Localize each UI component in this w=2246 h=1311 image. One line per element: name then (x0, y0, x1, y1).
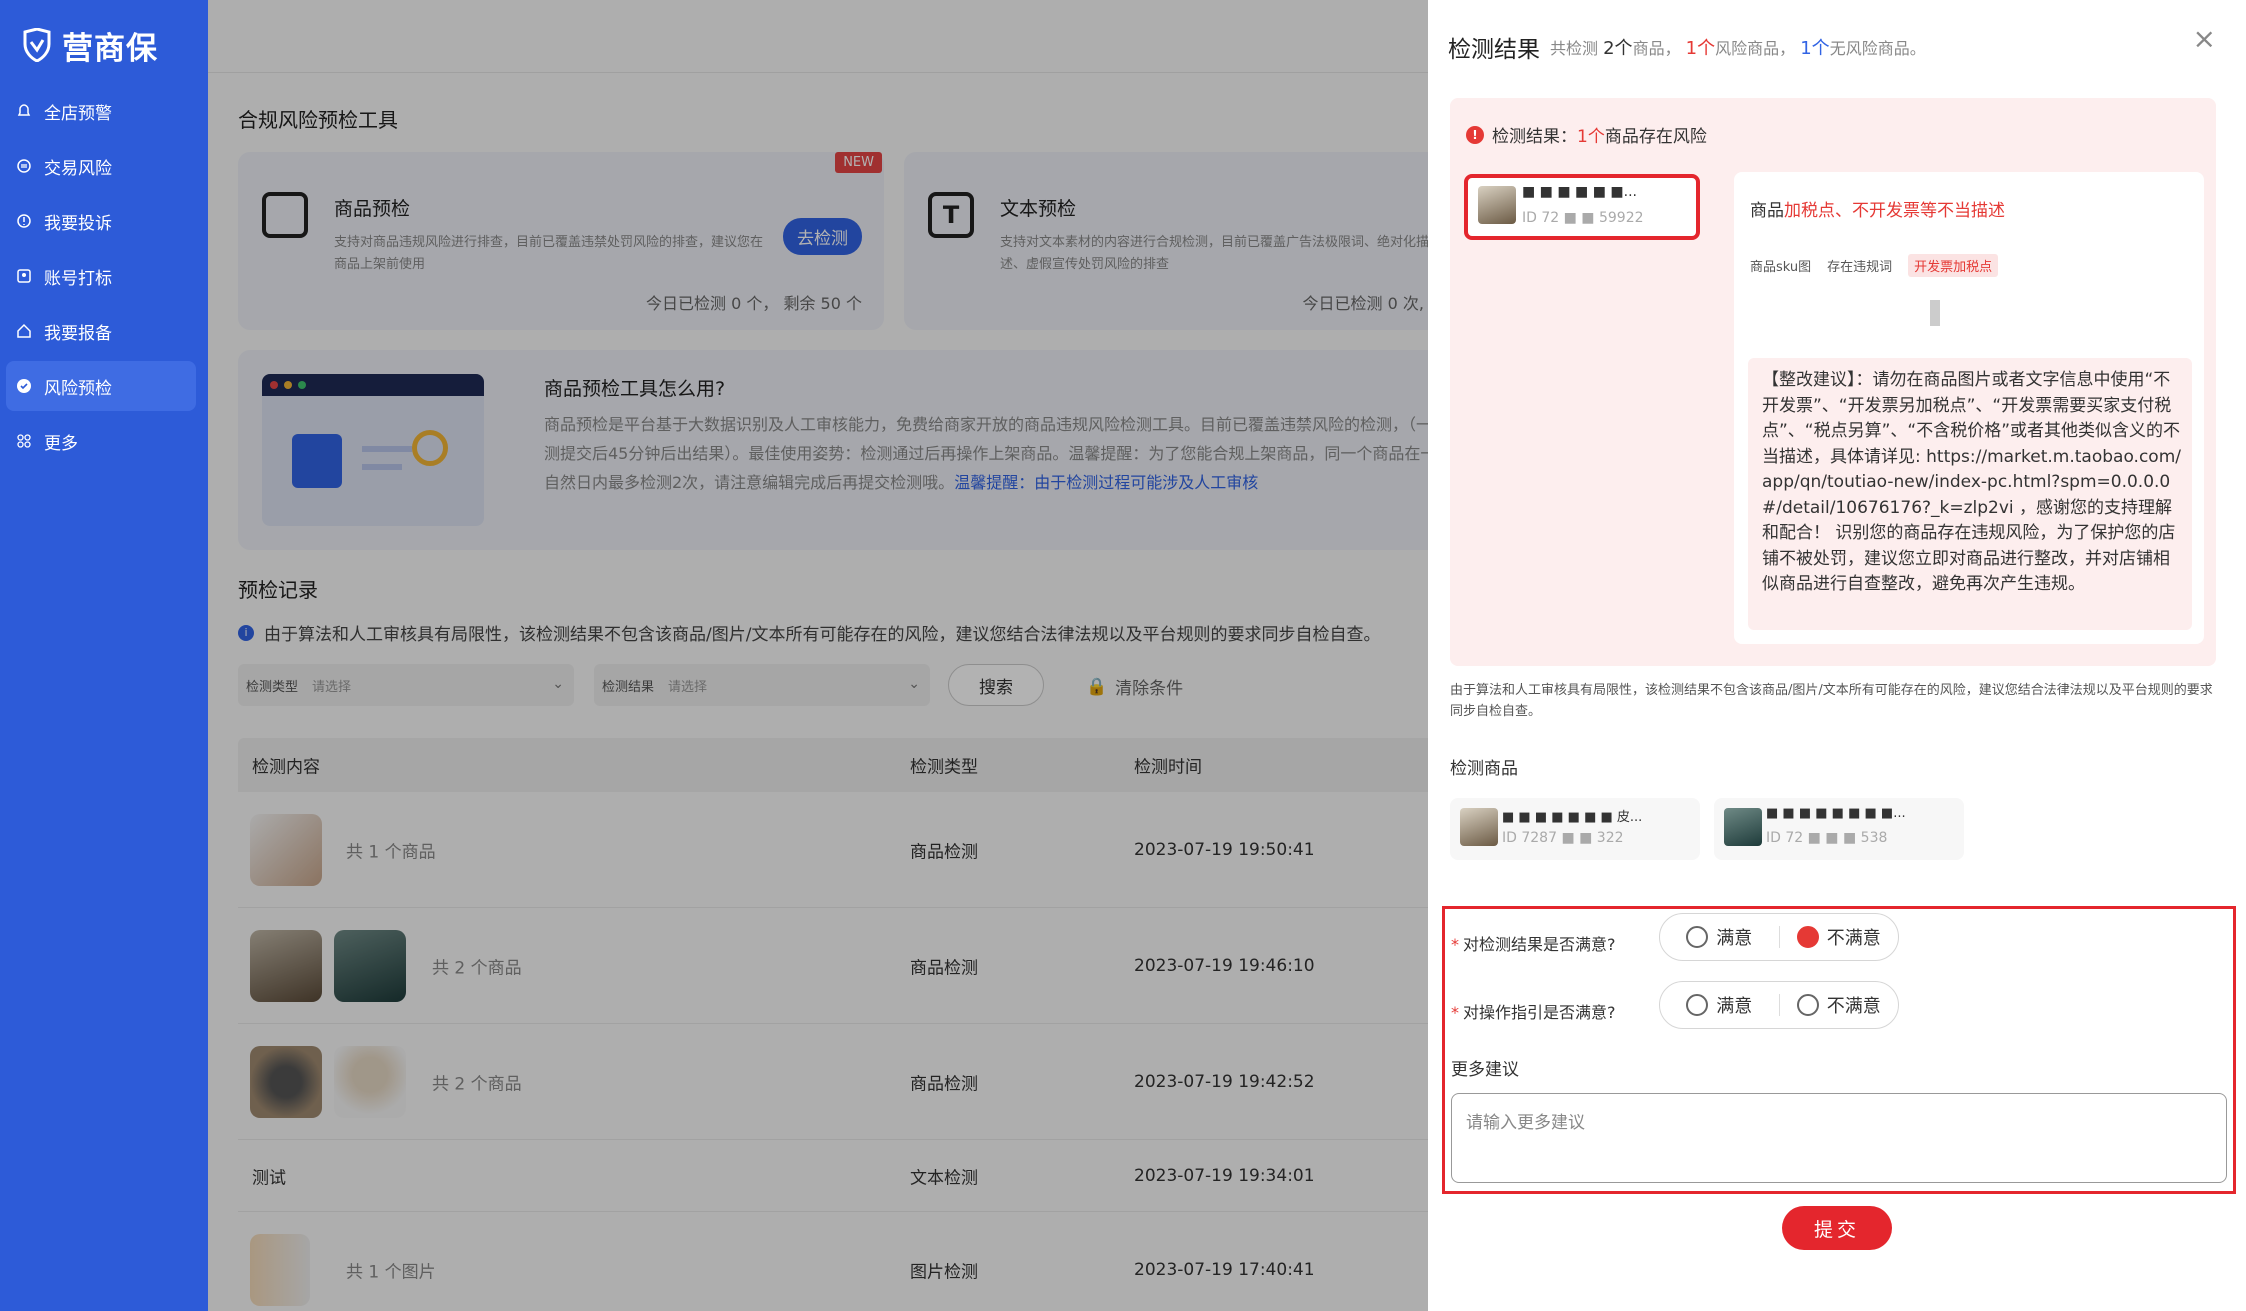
product-id: ID 72 ■ ■ 59922 (1522, 210, 1644, 226)
smile-icon (1686, 994, 1709, 1016)
info-icon (17, 214, 31, 228)
more-suggestion-label: 更多建议 (1451, 1060, 1519, 1080)
sidebar-item-label: 交易风险 (44, 158, 112, 179)
product-name: ■ ■ ■ ■ ■ ■ ■ 皮... (1502, 810, 1643, 825)
sidebar-item-more[interactable]: 更多 (6, 416, 196, 466)
product-id: ID 72 ■ ■ ■ 538 (1766, 830, 1888, 846)
sidebar-item-label: 更多 (44, 433, 78, 454)
sku-label: 商品sku图 (1750, 260, 1812, 275)
result-satisfaction-toggle: 满意 不满意 (1659, 913, 1899, 961)
guide-satisfied-option[interactable]: 满意 (1660, 992, 1779, 1018)
drawer-summary: 共检测 2个商品， 1个风险商品， 1个无风险商品。 (1550, 38, 1926, 59)
sidebar-item-label: 账号打标 (44, 268, 112, 289)
result-unsatisfied-option[interactable]: 不满意 (1780, 924, 1899, 950)
trade-icon (17, 159, 31, 173)
bell-icon (17, 104, 31, 116)
risk-product-card[interactable]: ■ ■ ■ ■ ■ ■... ID 72 ■ ■ 59922 (1464, 174, 1700, 240)
sad-face-icon (1796, 994, 1819, 1016)
violation-label: 存在违规词 (1827, 260, 1893, 275)
logo-text: 营商保 (62, 30, 158, 67)
modal-overlay[interactable] (208, 0, 1428, 1311)
drawer-disclaimer: 由于算法和人工审核具有局限性，该检测结果不包含该商品/图片/文本所有可能存在的风… (1450, 683, 2213, 719)
violation-tag: 开发票加税点 (1908, 254, 1999, 277)
sidebar-item-complaint[interactable]: 我要投诉 (6, 196, 196, 246)
result-satisfied-option[interactable]: 满意 (1660, 924, 1779, 950)
checked-product-card[interactable]: ■ ■ ■ ■ ■ ■ ■ 皮... ID 7287 ■ ■ 322 (1450, 798, 1700, 860)
result-box: ! 检测结果：1个商品存在风险 ■ ■ ■ ■ ■ ■... ID 72 ■ ■… (1450, 98, 2216, 666)
sidebar-item-store-alert[interactable]: 全店预警 (6, 86, 196, 136)
tag-icon (17, 269, 31, 283)
sidebar-item-account-tag[interactable]: 账号打标 (6, 251, 196, 301)
product-name: ■ ■ ■ ■ ■ ■... (1522, 184, 1637, 200)
shield-logo-icon (23, 28, 51, 62)
sidebar-item-risk-precheck[interactable]: 风险预检 (6, 361, 196, 411)
grid-icon (17, 434, 31, 448)
product-thumbnail (1724, 808, 1762, 846)
sku-image (1930, 300, 1940, 326)
risk-detail-meta: 商品sku图 存在违规词 开发票加税点 (1750, 254, 1999, 277)
sidebar-item-label: 我要报备 (44, 323, 112, 344)
guide-satisfaction-toggle: 满意 不满意 (1659, 981, 1899, 1029)
products-label: 检测商品 (1450, 759, 1518, 779)
sidebar-item-label: 风险预检 (44, 378, 112, 399)
result-drawer: 检测结果 共检测 2个商品， 1个风险商品， 1个无风险商品。 × ! 检测结果… (1428, 0, 2246, 1311)
product-thumbnail (1460, 808, 1498, 846)
checked-product-card[interactable]: ■ ■ ■ ■ ■ ■ ■ ■... ID 72 ■ ■ ■ 538 (1714, 798, 1964, 860)
result-headline: ! 检测结果：1个商品存在风险 (1466, 122, 1707, 147)
product-thumbnail (1478, 186, 1516, 224)
sidebar: 营商保 全店预警 交易风险 我要投诉 账号打标 我要报备 风险预检 更多 (0, 0, 208, 1311)
question-guide: * 对操作指引是否满意? (1451, 1003, 1616, 1022)
drawer-title: 检测结果 (1448, 37, 1540, 63)
suggestion-box: 【整改建议】：请勿在商品图片或者文字信息中使用“不开发票”、“开发票另加税点”、… (1748, 358, 2192, 630)
risk-detail-panel: 商品加税点、不开发票等不当描述 商品sku图 存在违规词 开发票加税点 【整改建… (1734, 172, 2204, 644)
question-result: * 对检测结果是否满意? (1451, 935, 1616, 954)
guide-unsatisfied-option[interactable]: 不满意 (1780, 992, 1899, 1018)
home-icon (17, 323, 31, 338)
smile-icon (1686, 926, 1709, 948)
warning-icon: ! (1466, 125, 1484, 144)
feedback-form: * 对检测结果是否满意? 满意 不满意 * 对操作指引是否满意? 满意 不满意 更多… (1442, 906, 2236, 1194)
shield-icon (17, 379, 31, 393)
risk-detail-title: 商品加税点、不开发票等不当描述 (1750, 201, 2005, 221)
sidebar-item-label: 全店预警 (44, 103, 112, 124)
sidebar-item-report[interactable]: 我要报备 (6, 306, 196, 356)
submit-button[interactable]: 提交 (1782, 1206, 1892, 1250)
more-suggestion-input[interactable] (1451, 1093, 2227, 1183)
close-icon[interactable]: × (2193, 22, 2216, 55)
sidebar-item-label: 我要投诉 (44, 213, 112, 234)
logo: 营商保 (0, 0, 208, 72)
product-name: ■ ■ ■ ■ ■ ■ ■ ■... (1766, 806, 1906, 821)
sad-face-icon (1796, 926, 1819, 948)
product-id: ID 7287 ■ ■ 322 (1502, 830, 1624, 846)
sidebar-item-trade-risk[interactable]: 交易风险 (6, 141, 196, 191)
